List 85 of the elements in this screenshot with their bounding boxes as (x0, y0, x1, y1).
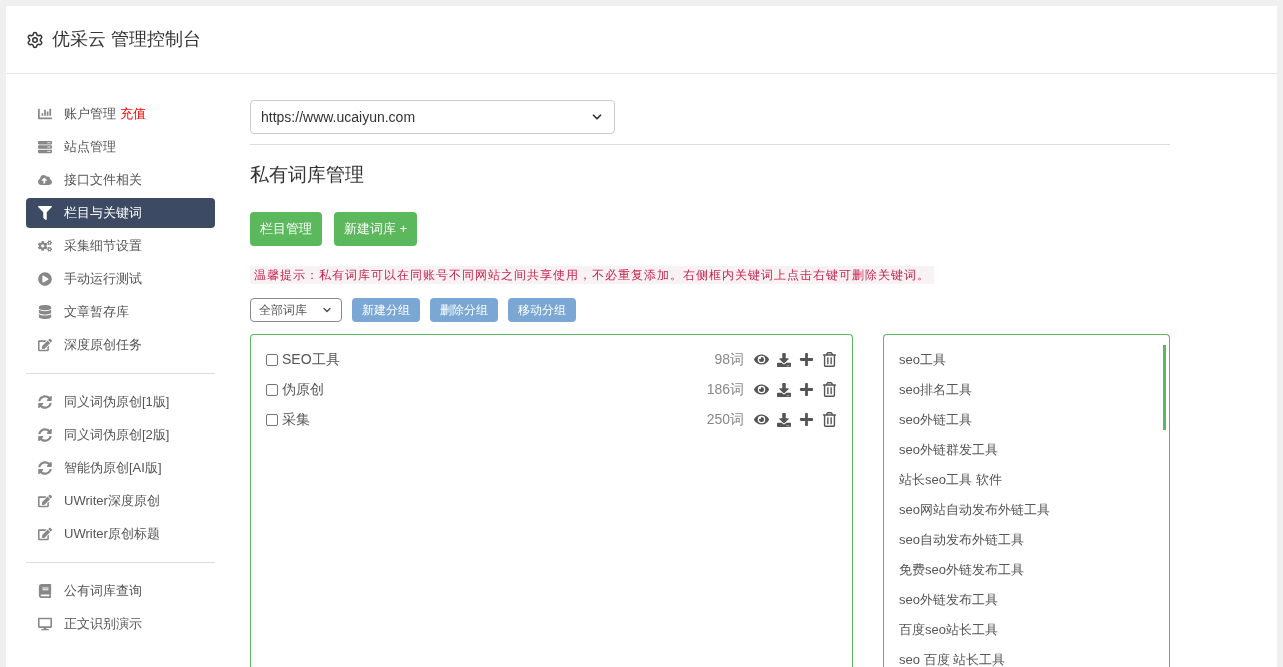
refresh-icon (38, 428, 52, 442)
sidebar-item[interactable]: 正文识别演示 (26, 609, 215, 639)
recharge-link[interactable]: 充值 (120, 104, 146, 124)
keyword-item[interactable]: seo外链群发工具 (899, 434, 1163, 465)
word-count: 186词 (706, 380, 744, 399)
eye-icon[interactable] (754, 412, 769, 427)
console-title: 优采云 管理控制台 (52, 28, 201, 51)
settings-icon (26, 30, 44, 49)
library-name[interactable]: SEO工具 (282, 349, 340, 370)
keyword-item[interactable]: 百度seo站长工具 (899, 614, 1163, 645)
sidebar-item[interactable]: 站点管理 (26, 132, 215, 162)
sidebar-item[interactable]: 手动运行测试 (26, 264, 215, 294)
sidebar-label: 站点管理 (64, 138, 116, 157)
sidebar-item[interactable]: 智能伪原创[AI版] (26, 453, 215, 483)
sidebar-item[interactable]: 深度原创任务 (26, 330, 215, 360)
sidebar-label: 采集细节设置 (64, 237, 142, 256)
library-name[interactable]: 伪原创 (282, 379, 324, 400)
library-checkbox[interactable] (266, 353, 278, 366)
download-icon[interactable] (777, 412, 791, 427)
trash-icon[interactable] (822, 382, 837, 397)
keyword-item[interactable]: seo排名工具 (899, 374, 1163, 405)
sidebar-label: 公有词库查询 (64, 582, 142, 601)
keyword-item[interactable]: 站长seo工具 软件 (899, 464, 1163, 495)
sidebar-label: 正文识别演示 (64, 615, 142, 634)
keyword-item[interactable]: seo工具 (899, 344, 1163, 375)
sidebar-item[interactable]: UWriter原创标题 (26, 519, 215, 549)
sidebar-item[interactable]: 采集细节设置 (26, 231, 215, 261)
sidebar-label: UWriter原创标题 (64, 525, 160, 544)
sidebar-label: 文章暂存库 (64, 303, 129, 322)
library-name[interactable]: 采集 (282, 409, 310, 430)
tip-text: 温馨提示：私有词库可以在同账号不同网站之间共享使用，不必重复添加。右侧框内关键词上点击右键可删除关键词。 (250, 265, 934, 284)
plus-icon[interactable] (799, 382, 814, 397)
sidebar-label: 同义词伪原创[2版] (64, 426, 170, 445)
keyword-item[interactable]: seo网站自动发布外链工具 (899, 494, 1163, 525)
sidebar-item[interactable]: 接口文件相关 (26, 165, 215, 195)
trash-icon[interactable] (822, 412, 837, 427)
eye-icon[interactable] (754, 382, 769, 397)
keyword-item[interactable]: 免费seo外链发布工具 (899, 554, 1163, 585)
download-icon[interactable] (777, 382, 791, 397)
keyword-item[interactable]: seo 百度 站长工具 (899, 644, 1163, 667)
edit-icon (38, 338, 52, 352)
sidebar-label: 深度原创任务 (64, 336, 142, 355)
sidebar-item[interactable]: UWriter深度原创 (26, 486, 215, 516)
sidebar-item[interactable]: 同义词伪原创[2版] (26, 420, 215, 450)
word-count: 250词 (706, 410, 744, 429)
trash-icon[interactable] (822, 352, 837, 367)
sidebar-label: 账户管理 (64, 105, 116, 124)
bar-chart-icon (38, 107, 52, 121)
library-filter-select[interactable]: 全部词库 (250, 297, 342, 322)
gears-icon (38, 239, 52, 253)
scrollbar-thumb[interactable] (1163, 344, 1166, 430)
edit-icon (38, 494, 52, 508)
cloud-upload-icon (38, 173, 52, 187)
sidebar-item[interactable]: 栏目与关键词 (26, 198, 215, 228)
sidebar-label: 同义词伪原创[1版] (64, 393, 170, 412)
refresh-icon (38, 461, 52, 475)
download-icon[interactable] (777, 352, 791, 367)
book-icon (38, 584, 52, 598)
sidebar-item[interactable]: 公有词库查询 (26, 576, 215, 606)
monitor-icon (38, 617, 52, 631)
sidebar-item[interactable]: 账户管理 充值 (26, 99, 215, 129)
sidebar-label: 栏目与关键词 (64, 204, 142, 223)
library-checkbox[interactable] (266, 383, 278, 396)
sidebar-item[interactable]: 文章暂存库 (26, 297, 215, 327)
keyword-item[interactable]: seo外链工具 (899, 404, 1163, 435)
keyword-item[interactable]: seo自动发布外链工具 (899, 524, 1163, 555)
eye-icon[interactable] (754, 352, 769, 367)
keyword-item[interactable]: seo外链发布工具 (899, 584, 1163, 615)
filter-icon (38, 206, 52, 220)
plus-icon[interactable] (799, 412, 814, 427)
library-checkbox[interactable] (266, 413, 278, 426)
sidebar-label: 智能伪原创[AI版] (64, 459, 162, 478)
sidebar-item[interactable]: 同义词伪原创[1版] (26, 387, 215, 417)
refresh-icon (38, 395, 52, 409)
sidebar-label: 手动运行测试 (64, 270, 142, 289)
play-icon (38, 272, 52, 286)
server-icon (38, 140, 52, 154)
sidebar-label: 接口文件相关 (64, 171, 142, 190)
word-count: 98词 (714, 350, 744, 369)
plus-icon[interactable] (799, 352, 814, 367)
site-select[interactable]: https://www.ucaiyun.com (250, 100, 615, 134)
section-title: 私有词库管理 (250, 163, 365, 187)
edit-icon (38, 527, 52, 541)
database-icon (38, 305, 52, 319)
sidebar-label: UWriter深度原创 (64, 492, 160, 511)
